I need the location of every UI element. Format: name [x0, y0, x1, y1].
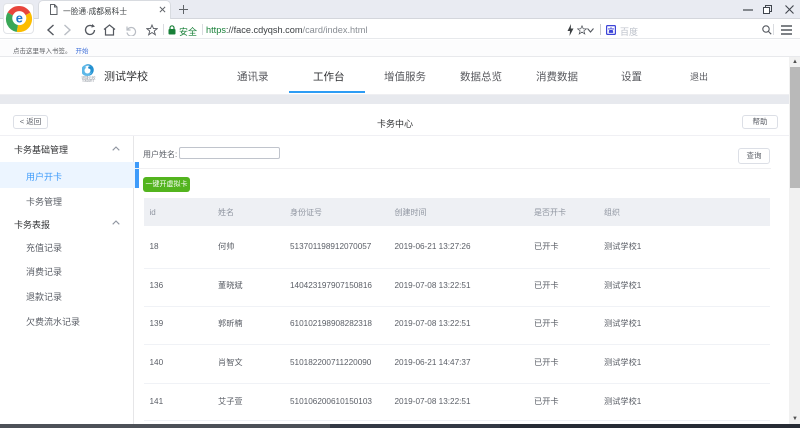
svg-text:e: e	[15, 10, 22, 25]
